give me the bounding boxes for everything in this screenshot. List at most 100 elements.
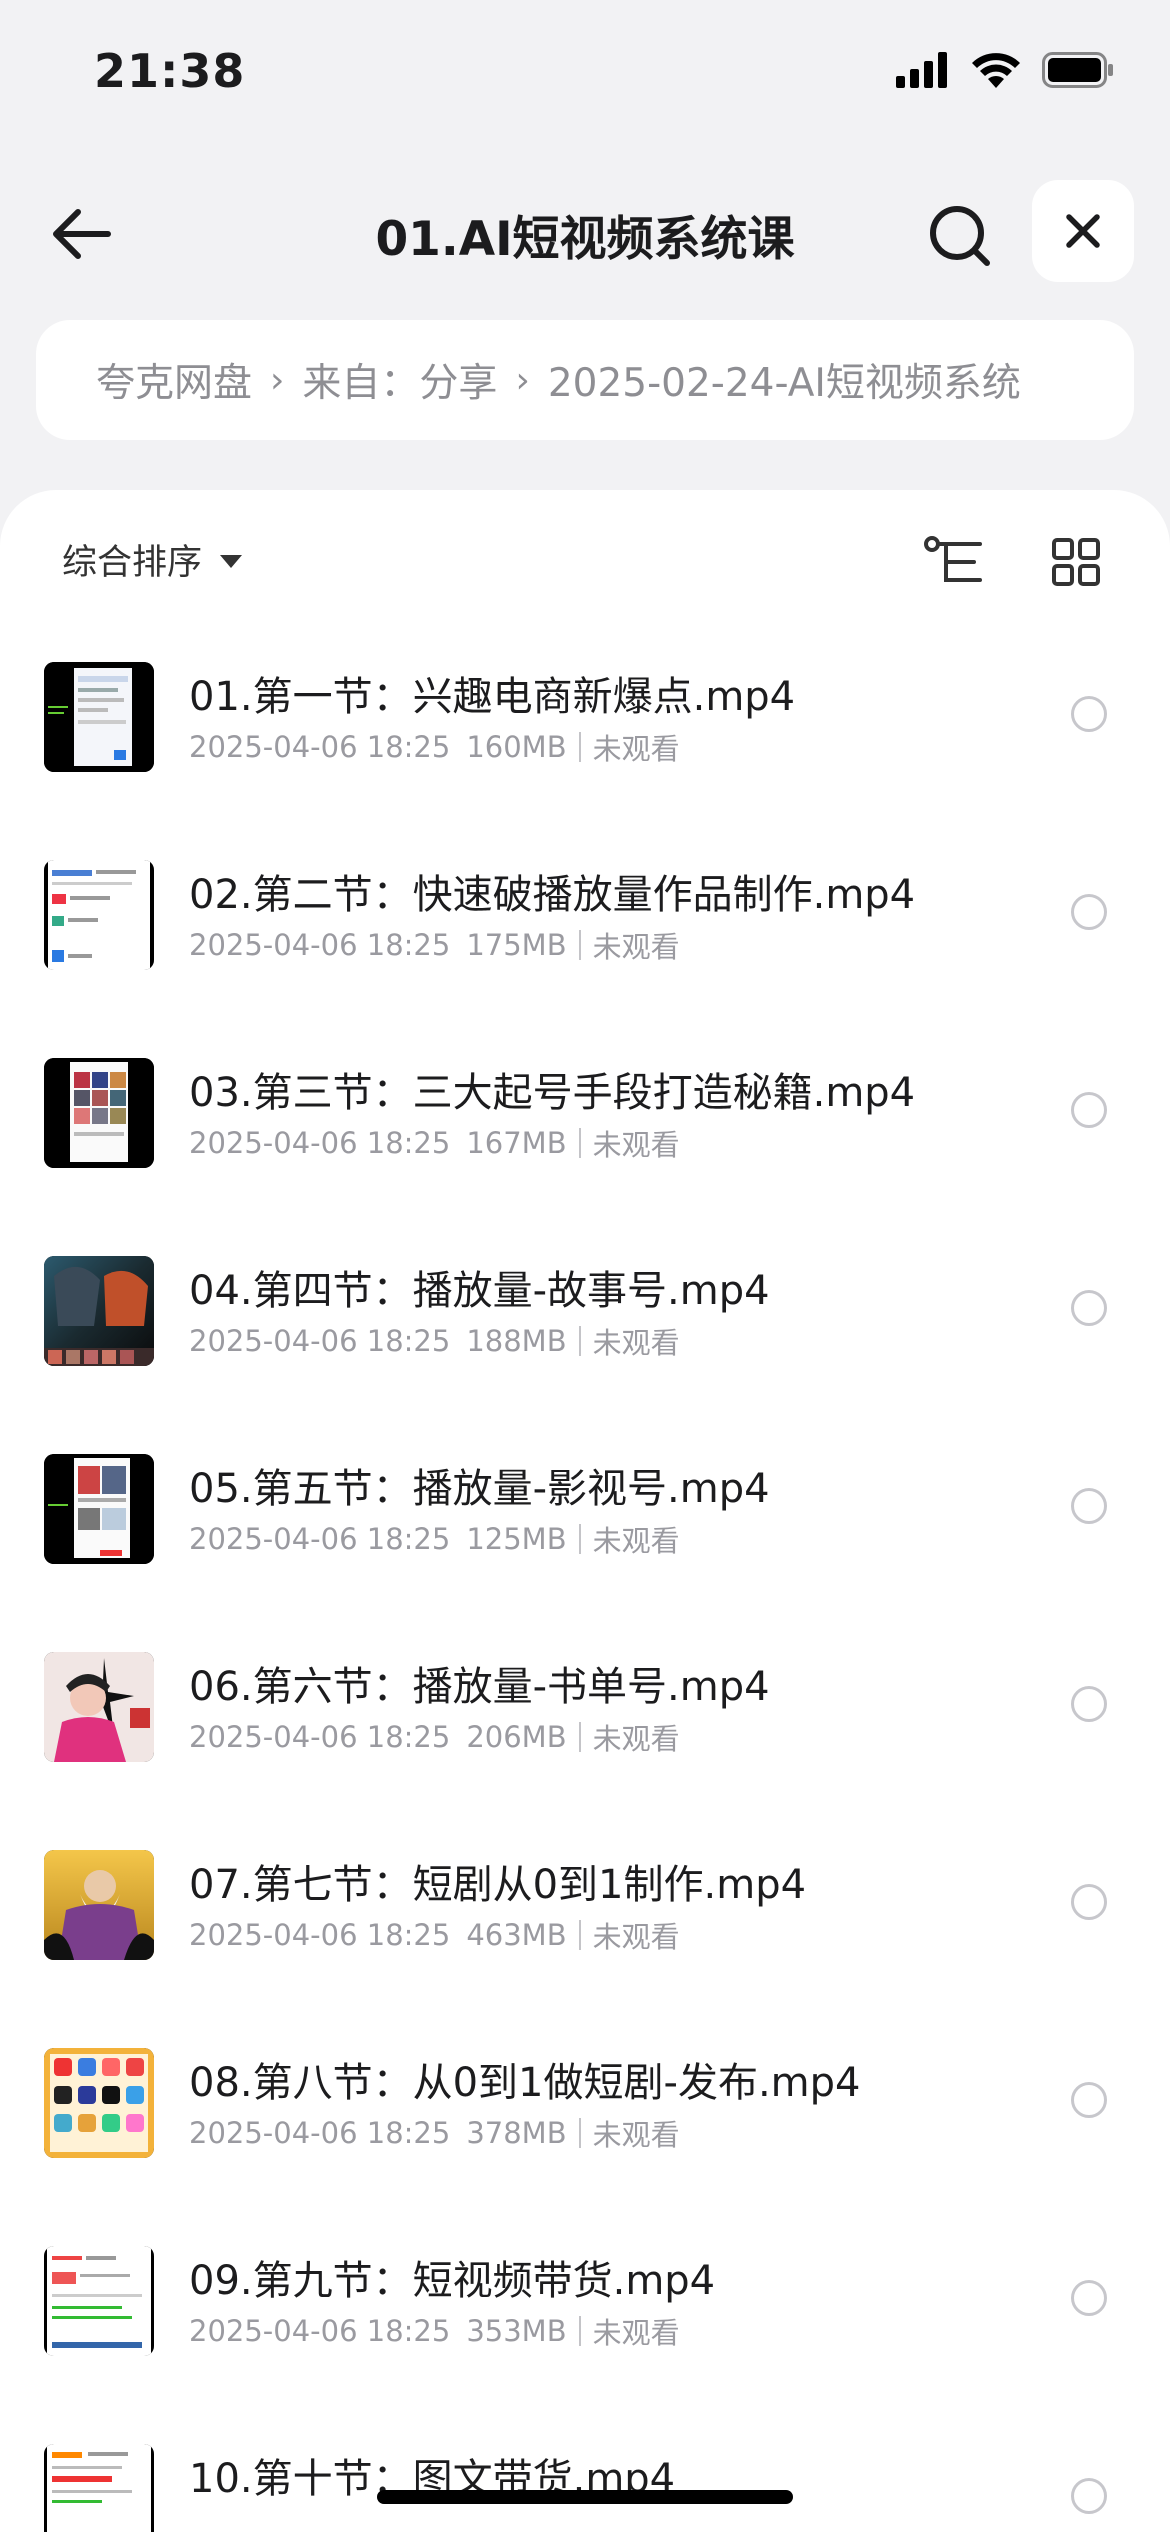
- page-title: 01.AI短视频系统课: [375, 212, 795, 267]
- file-name: 08.第八节：从0到1做短剧-发布.mp4: [189, 2060, 861, 2106]
- cellular-signal-icon: [896, 52, 950, 92]
- home-indicator[interactable]: [377, 2490, 793, 2504]
- divider: [578, 930, 581, 960]
- file-size: 167MB: [466, 1126, 567, 1160]
- file-meta: 2025-04-06 18:25 206MB 未观看: [189, 1716, 680, 1758]
- file-meta: 2025-04-06 18:25 125MB 未观看: [189, 1518, 680, 1560]
- file-name: 03.第三节：三大起号手段打造秘籍.mp4: [189, 1070, 916, 1116]
- file-name: 05.第五节：播放量-影视号.mp4: [189, 1466, 770, 1512]
- file-date: 2025-04-06 18:25: [189, 2116, 451, 2150]
- video-thumbnail: [44, 2444, 154, 2532]
- watch-status: 未观看: [592, 930, 680, 964]
- video-thumbnail: [44, 1058, 154, 1168]
- select-radio[interactable]: [1071, 2478, 1107, 2514]
- file-name: 09.第九节：短视频带货.mp4: [189, 2258, 716, 2304]
- file-row[interactable]: 08.第八节：从0到1做短剧-发布.mp4 2025-04-06 18:25 3…: [0, 2020, 1170, 2218]
- watch-status: 未观看: [592, 2316, 680, 2350]
- file-meta: 2025-04-06 18:25 463MB 未观看: [189, 1914, 680, 1956]
- file-date: 2025-04-06 18:25: [189, 1126, 451, 1160]
- divider: [578, 732, 581, 762]
- select-radio[interactable]: [1071, 1092, 1107, 1128]
- video-thumbnail: [44, 1256, 154, 1366]
- watch-status: 未观看: [592, 1128, 680, 1162]
- divider: [578, 1326, 581, 1356]
- battery-icon: [1042, 52, 1114, 92]
- file-row[interactable]: 03.第三节：三大起号手段打造秘籍.mp4 2025-04-06 18:25 1…: [0, 1030, 1170, 1228]
- file-date: 2025-04-06 18:25: [189, 1918, 451, 1952]
- breadcrumb-item-folder[interactable]: 2025-02-24-AI短视频系统: [548, 352, 1021, 408]
- file-row[interactable]: 06.第六节：播放量-书单号.mp4 2025-04-06 18:25 206M…: [0, 1624, 1170, 1822]
- file-date: 2025-04-06 18:25: [189, 2314, 451, 2348]
- file-row[interactable]: 09.第九节：短视频带货.mp4 2025-04-06 18:25 353MB …: [0, 2218, 1170, 2416]
- watch-status: 未观看: [592, 1920, 680, 1954]
- select-radio[interactable]: [1071, 2280, 1107, 2316]
- select-radio[interactable]: [1071, 1488, 1107, 1524]
- video-thumbnail: [44, 1652, 154, 1762]
- file-date: 2025-04-06 18:25: [189, 928, 451, 962]
- grid-view-button[interactable]: [1040, 526, 1112, 598]
- file-row[interactable]: 01.第一节：兴趣电商新爆点.mp4 2025-04-06 18:25 160M…: [0, 634, 1170, 832]
- caret-down-icon: [220, 555, 243, 568]
- file-date: 2025-04-06 18:25: [189, 1720, 451, 1754]
- file-row[interactable]: 07.第七节：短剧从0到1制作.mp4 2025-04-06 18:25 463…: [0, 1822, 1170, 2020]
- divider: [578, 1920, 581, 1950]
- file-meta: 2025-04-06 18:25 353MB 未观看: [189, 2310, 680, 2352]
- close-button[interactable]: [1032, 180, 1134, 282]
- back-arrow-icon: [53, 209, 111, 259]
- breadcrumb: 夸克网盘 › 来自：分享 › 2025-02-24-AI短视频系统: [36, 320, 1134, 440]
- select-radio[interactable]: [1071, 1290, 1107, 1326]
- file-row[interactable]: 05.第五节：播放量-影视号.mp4 2025-04-06 18:25 125M…: [0, 1426, 1170, 1624]
- file-row[interactable]: 10.第十节：图文带货.mp4: [0, 2416, 1170, 2532]
- chevron-right-icon: ›: [515, 359, 530, 401]
- divider: [578, 1524, 581, 1554]
- file-date: 2025-04-06 18:25: [189, 730, 451, 764]
- file-size: 463MB: [466, 1918, 567, 1952]
- back-button[interactable]: [44, 198, 116, 270]
- breadcrumb-item-root[interactable]: 夸克网盘: [96, 352, 252, 408]
- watch-status: 未观看: [592, 1326, 680, 1360]
- file-row[interactable]: 04.第四节：播放量-故事号.mp4 2025-04-06 18:25 188M…: [0, 1228, 1170, 1426]
- video-thumbnail: [44, 1454, 154, 1564]
- video-thumbnail: [44, 860, 154, 970]
- select-radio[interactable]: [1071, 2082, 1107, 2118]
- video-thumbnail: [44, 2048, 154, 2158]
- file-size: 206MB: [466, 1720, 567, 1754]
- select-radio[interactable]: [1071, 696, 1107, 732]
- watch-status: 未观看: [592, 1722, 680, 1756]
- file-name: 06.第六节：播放量-书单号.mp4: [189, 1664, 770, 1710]
- wifi-icon: [972, 52, 1020, 92]
- video-thumbnail: [44, 2246, 154, 2356]
- status-time: 21:38: [94, 44, 246, 98]
- tree-view-button[interactable]: [918, 526, 990, 598]
- file-date: 2025-04-06 18:25: [189, 1522, 451, 1556]
- video-thumbnail: [44, 662, 154, 772]
- status-bar: 21:38: [0, 0, 1170, 140]
- search-button[interactable]: [922, 198, 998, 274]
- file-size: 125MB: [466, 1522, 567, 1556]
- list-toolbar: 综合排序: [0, 490, 1170, 625]
- file-meta: 2025-04-06 18:25 167MB 未观看: [189, 1122, 680, 1164]
- select-radio[interactable]: [1071, 1884, 1107, 1920]
- select-radio[interactable]: [1071, 1686, 1107, 1722]
- header: 01.AI短视频系统课: [0, 170, 1170, 295]
- sort-dropdown[interactable]: 综合排序: [62, 534, 243, 585]
- file-list: 01.第一节：兴趣电商新爆点.mp4 2025-04-06 18:25 160M…: [0, 634, 1170, 2532]
- tree-structure-icon: [924, 536, 982, 582]
- file-size: 353MB: [466, 2314, 567, 2348]
- file-list-card: 综合排序 01.第一节：兴趣电商新爆点.mp4 2025-04-06 18:25…: [0, 490, 1170, 2532]
- file-size: 378MB: [466, 2116, 567, 2150]
- divider: [578, 2316, 581, 2346]
- watch-status: 未观看: [592, 732, 680, 766]
- divider: [578, 1722, 581, 1752]
- select-radio[interactable]: [1071, 894, 1107, 930]
- search-icon: [930, 206, 990, 266]
- watch-status: 未观看: [592, 2118, 680, 2152]
- watch-status: 未观看: [592, 1524, 680, 1558]
- file-row[interactable]: 02.第二节：快速破播放量作品制作.mp4 2025-04-06 18:25 1…: [0, 832, 1170, 1030]
- breadcrumb-item-share[interactable]: 来自：分享: [302, 352, 497, 408]
- file-name: 07.第七节：短剧从0到1制作.mp4: [189, 1862, 807, 1908]
- file-size: 175MB: [466, 928, 567, 962]
- status-icons: [896, 52, 1114, 92]
- file-meta: 2025-04-06 18:25 175MB 未观看: [189, 924, 680, 966]
- file-meta: 2025-04-06 18:25 378MB 未观看: [189, 2112, 680, 2154]
